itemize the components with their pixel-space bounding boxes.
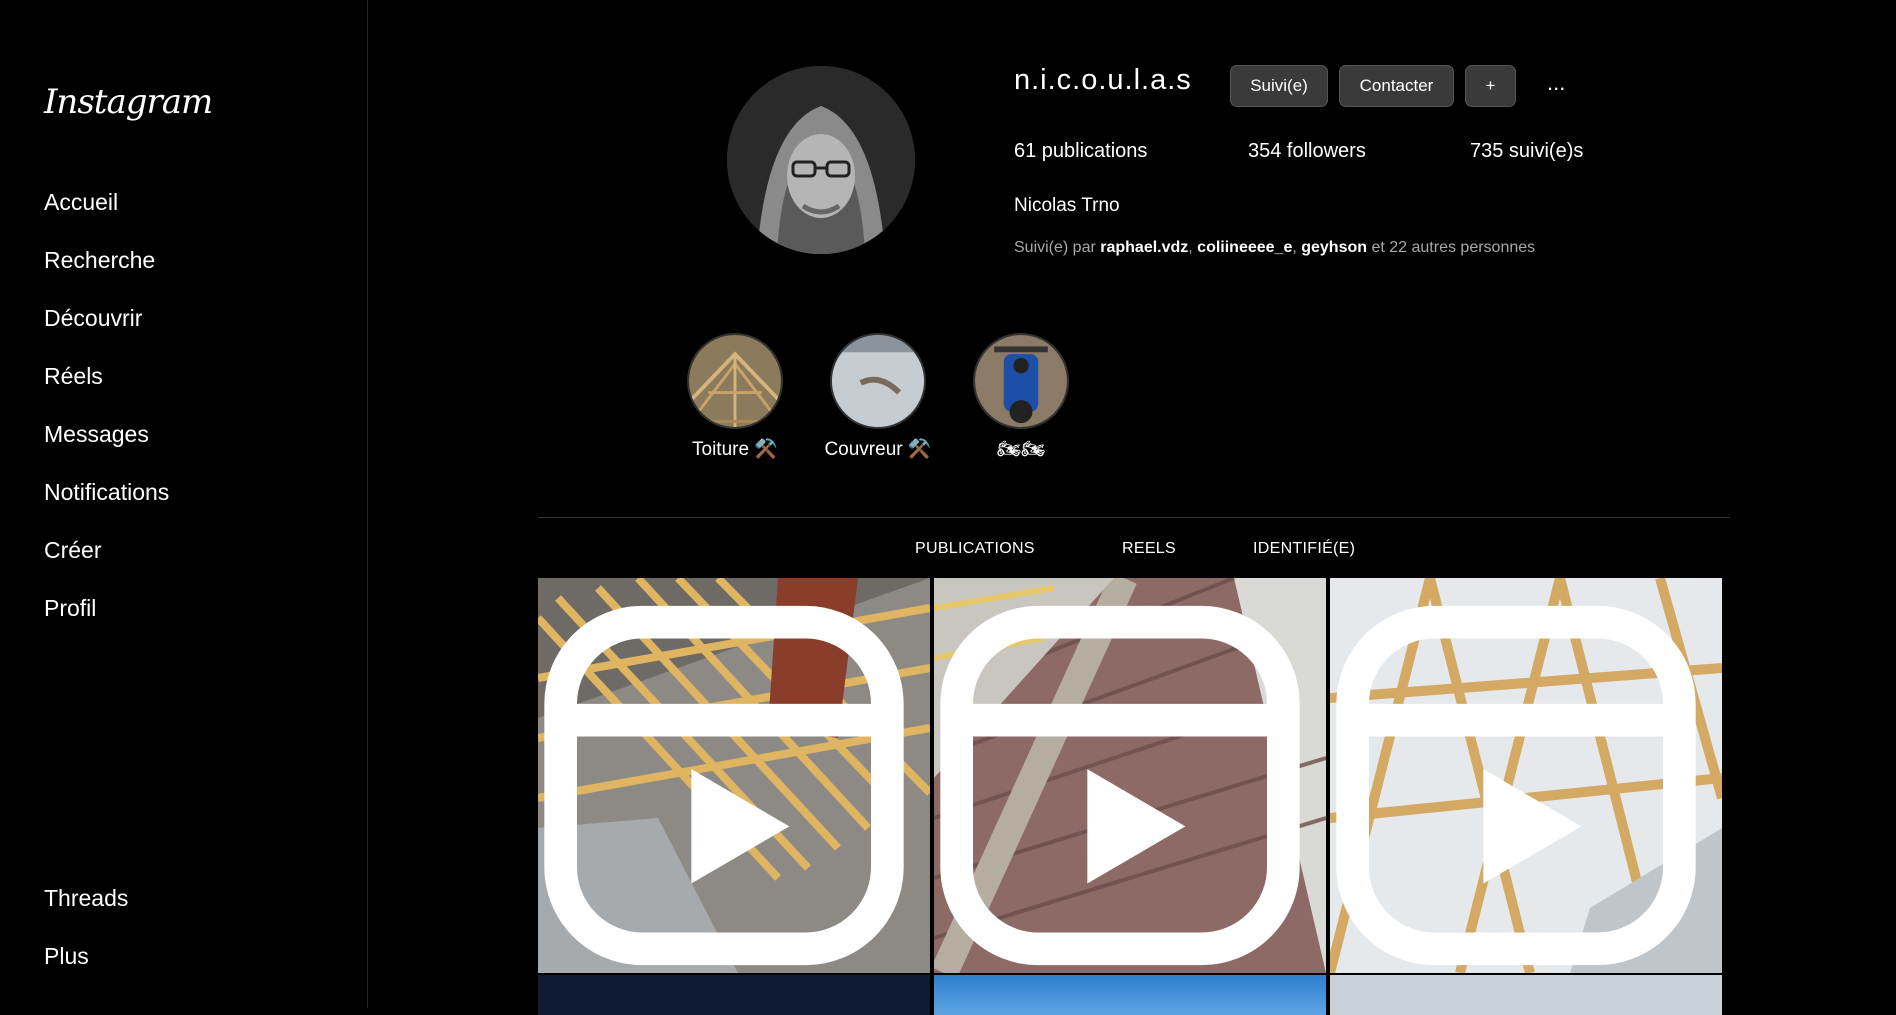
sidebar-item-notifications[interactable]: Notifications xyxy=(44,470,169,528)
highlight-cover xyxy=(830,333,926,429)
followed-by-user[interactable]: coliineeee_e xyxy=(1197,239,1292,256)
post-thumbnail[interactable] xyxy=(934,578,1326,973)
profile-main: n.i.c.o.u.l.a.s Suivi(e) Contacter + ...… xyxy=(369,0,1896,1015)
followed-by-user[interactable]: raphael.vdz xyxy=(1100,239,1188,256)
stat-following[interactable]: 735 suivi(e)s xyxy=(1470,140,1583,163)
avatar[interactable] xyxy=(727,66,915,254)
add-user-button[interactable]: + xyxy=(1465,65,1516,107)
reel-icon xyxy=(1336,605,1696,966)
tab-tagged[interactable]: IDENTIFIÉ(E) xyxy=(1253,540,1355,558)
highlight-cover xyxy=(687,333,783,429)
highlight-moto[interactable]: 🏍🏍 xyxy=(973,333,1069,460)
sidebar-item-more[interactable]: Plus xyxy=(44,934,128,992)
avatar-image xyxy=(727,66,915,254)
sidebar-item-threads[interactable]: Threads xyxy=(44,876,128,934)
profile-full-name: Nicolas Trno xyxy=(1014,195,1120,216)
sidebar-bottom: Threads Plus xyxy=(44,876,128,992)
highlight-label: Toiture ⚒️ xyxy=(692,439,778,460)
sidebar-item-create[interactable]: Créer xyxy=(44,528,169,586)
reel-icon xyxy=(940,605,1300,966)
sidebar-nav: Accueil Recherche Découvrir Réels Messag… xyxy=(44,180,169,644)
stat-publications: 61 publications xyxy=(1014,140,1148,162)
profile-username: n.i.c.o.u.l.a.s xyxy=(1014,64,1192,96)
tab-reels[interactable]: REELS xyxy=(1122,540,1176,558)
post-thumbnail[interactable] xyxy=(538,578,930,973)
instagram-logo[interactable]: Instagram xyxy=(44,82,213,122)
sidebar-item-messages[interactable]: Messages xyxy=(44,412,169,470)
post-thumbnail[interactable] xyxy=(934,975,1326,1015)
followed-by-user[interactable]: geyhson xyxy=(1301,239,1367,256)
highlight-toiture[interactable]: Toiture ⚒️ xyxy=(687,333,783,460)
followed-by-suffix: et 22 autres personnes xyxy=(1367,239,1536,256)
sidebar-item-home[interactable]: Accueil xyxy=(44,180,169,238)
following-button[interactable]: Suivi(e) xyxy=(1230,65,1328,107)
sidebar-item-profile[interactable]: Profil xyxy=(44,586,169,644)
sidebar-item-search[interactable]: Recherche xyxy=(44,238,169,296)
tabs-divider xyxy=(538,517,1730,518)
followed-by[interactable]: Suivi(e) par raphael.vdz, coliineeee_e, … xyxy=(1014,239,1535,257)
post-thumbnail[interactable] xyxy=(1330,578,1722,973)
sidebar-item-explore[interactable]: Découvrir xyxy=(44,296,169,354)
highlight-cover xyxy=(973,333,1069,429)
contact-button[interactable]: Contacter xyxy=(1339,65,1454,107)
highlight-couvreur[interactable]: Couvreur ⚒️ xyxy=(824,333,932,460)
highlight-label: 🏍🏍 xyxy=(996,439,1046,460)
reel-icon xyxy=(544,605,904,966)
tab-publications[interactable]: PUBLICATIONS xyxy=(915,540,1035,558)
sidebar-item-reels[interactable]: Réels xyxy=(44,354,169,412)
post-thumbnail[interactable] xyxy=(1330,975,1722,1015)
stat-followers[interactable]: 354 followers xyxy=(1248,140,1366,163)
sidebar: Instagram Accueil Recherche Découvrir Ré… xyxy=(0,0,368,1008)
more-options-button[interactable]: ... xyxy=(1547,70,1565,96)
followed-by-prefix: Suivi(e) par xyxy=(1014,239,1101,256)
post-thumbnail[interactable] xyxy=(538,975,930,1015)
highlight-label: Couvreur ⚒️ xyxy=(824,439,932,460)
